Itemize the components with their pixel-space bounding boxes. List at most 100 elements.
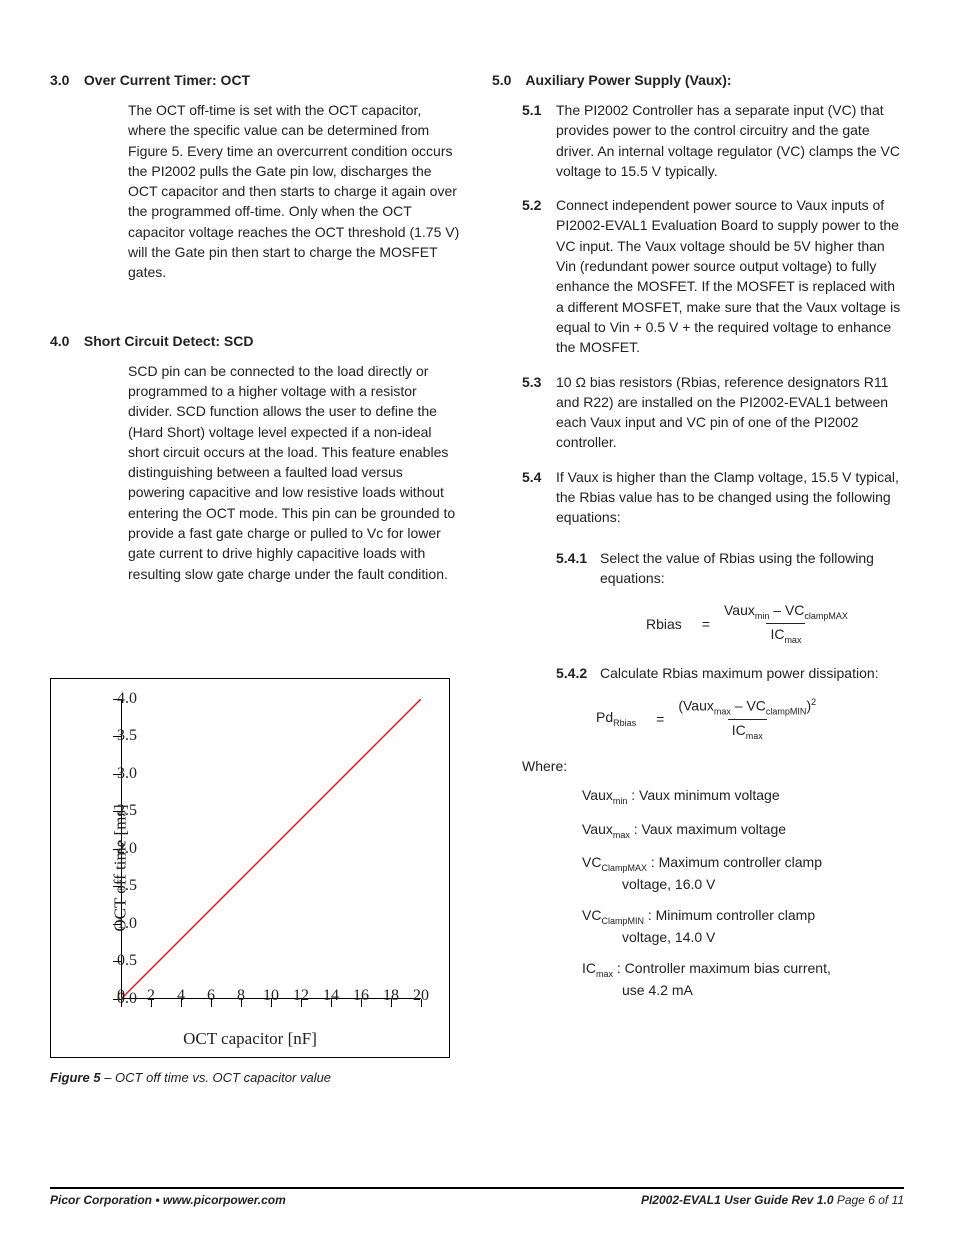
item-5-4-2-text: Calculate Rbias maximum power dissipatio…: [600, 663, 904, 683]
def-sub: max: [613, 830, 630, 840]
page: 3.0 Over Current Timer: OCT The OCT off-…: [0, 0, 954, 1235]
item-5-1-text: The PI2002 Controller has a separate inp…: [556, 100, 904, 181]
def-vc-clampmin: VCClampMIN : Minimum controller clamp vo…: [582, 906, 904, 947]
figure-5-caption: Figure 5 – OCT off time vs. OCT capacito…: [50, 1070, 462, 1085]
chart-x-tick-label: 10: [263, 987, 279, 1005]
eq-sub: max: [746, 730, 763, 740]
chart-y-tick-label: 1.5: [97, 877, 137, 895]
footer-left: Picor Corporation • www.picorpower.com: [50, 1193, 286, 1207]
figure-5-caption-lead: Figure 5: [50, 1070, 101, 1085]
chart-y-tick-label: 2.5: [97, 802, 137, 820]
page-footer: Picor Corporation • www.picorpower.com P…: [50, 1187, 904, 1207]
section-5-title: Auxiliary Power Supply (Vaux):: [525, 72, 731, 88]
chart-y-tick-label: 3.5: [97, 727, 137, 745]
equals-sign: =: [702, 616, 710, 632]
equation-rbias: Rbias = Vauxmin – VCclampMAX ICmax: [556, 602, 904, 645]
chart-line-svg: [121, 699, 421, 999]
item-5-1-number: 5.1: [522, 100, 556, 181]
eq-sub: Rbias: [613, 718, 636, 728]
eq-term: Vaux: [724, 602, 755, 618]
equation-rbias-lhs: Rbias: [646, 616, 682, 632]
spacer: [50, 297, 462, 317]
chart-x-tick-label: 12: [293, 987, 309, 1005]
equation-pdrbias-numerator: (Vauxmax – VCclampMIN)2: [674, 697, 820, 718]
def-sub: ClampMAX: [601, 863, 647, 873]
eq-term: Pd: [596, 709, 613, 725]
equation-rbias-denominator: ICmax: [766, 623, 805, 645]
chart-y-axis-title: OCT off time [ms]: [111, 804, 131, 931]
def-sub: min: [613, 796, 628, 806]
section-4-body: SCD pin can be connected to the load dir…: [50, 361, 462, 584]
def-sub: max: [596, 969, 613, 979]
chart-x-tick-label: 0: [117, 987, 125, 1005]
spacer: [50, 598, 462, 678]
chart-x-axis-title: OCT capacitor [nF]: [51, 1029, 449, 1049]
equation-pdrbias-lhs: PdRbias: [596, 709, 636, 728]
eq-sub: clampMAX: [804, 611, 848, 621]
item-5-4-2-number: 5.4.2: [556, 663, 600, 683]
def-sym: Vaux: [582, 787, 613, 803]
def-vaux-min: Vauxmin : Vaux minimum voltage: [582, 786, 904, 807]
def-sym: Vaux: [582, 821, 613, 837]
eq-sub: max: [784, 635, 801, 645]
def-text: : Vaux maximum voltage: [630, 821, 786, 837]
left-column: 3.0 Over Current Timer: OCT The OCT off-…: [50, 56, 462, 1085]
def-text: : Vaux minimum voltage: [627, 787, 779, 803]
chart-x-tick-label: 4: [177, 987, 185, 1005]
chart-x-tick-label: 18: [383, 987, 399, 1005]
item-5-2: 5.2 Connect independent power source to …: [492, 195, 904, 357]
item-5-4-1-text: Select the value of Rbias using the foll…: [600, 548, 904, 589]
section-4-number: 4.0: [50, 333, 80, 349]
equation-pdrbias-fraction: (Vauxmax – VCclampMIN)2 ICmax: [674, 697, 820, 740]
item-5-4-1-number: 5.4.1: [556, 548, 600, 589]
item-5-4-number: 5.4: [522, 467, 556, 528]
section-3-number: 3.0: [50, 72, 80, 88]
def-sym: VC: [582, 854, 601, 870]
chart-y-tick-label: 1.0: [97, 915, 137, 933]
chart-box: OCT off time [ms] OCT capacitor [nF] 0.0…: [50, 678, 450, 1058]
section-5-list: 5.1 The PI2002 Controller has a separate…: [492, 100, 904, 528]
eq-minus: –: [769, 602, 785, 618]
def-cont: voltage, 14.0 V: [582, 928, 904, 948]
equation-rbias-fraction: Vauxmin – VCclampMAX ICmax: [720, 602, 852, 645]
item-5-4-text: If Vaux is higher than the Clamp voltage…: [556, 467, 904, 528]
item-5-4-1: 5.4.1 Select the value of Rbias using th…: [556, 548, 904, 589]
item-5-4: 5.4 If Vaux is higher than the Clamp vol…: [492, 467, 904, 528]
eq-term: VC: [746, 698, 765, 714]
chart-x-tick-label: 6: [207, 987, 215, 1005]
section-3-body: The OCT off-time is set with the OCT cap…: [50, 100, 462, 283]
chart-y-tick-label: 3.0: [97, 765, 137, 783]
chart-y-tick-label: 0.5: [97, 952, 137, 970]
equation-pdrbias-denominator: ICmax: [728, 719, 767, 741]
figure-5: OCT off time [ms] OCT capacitor [nF] 0.0…: [50, 678, 462, 1085]
eq-term: Vaux: [683, 698, 714, 714]
def-sym: IC: [582, 960, 596, 976]
chart-x-tick-label: 14: [323, 987, 339, 1005]
equation-rbias-numerator: Vauxmin – VCclampMAX: [720, 602, 852, 623]
right-column: 5.0 Auxiliary Power Supply (Vaux): 5.1 T…: [492, 56, 904, 1085]
two-column-layout: 3.0 Over Current Timer: OCT The OCT off-…: [50, 56, 904, 1085]
equation-pdrbias: PdRbias = (Vauxmax – VCclampMIN)2 ICmax: [556, 697, 904, 740]
eq-sub: clampMIN: [766, 707, 807, 717]
where-definitions: Vauxmin : Vaux minimum voltage Vauxmax :…: [522, 786, 904, 1000]
section-3-heading: 3.0 Over Current Timer: OCT: [50, 72, 462, 88]
where-label: Where:: [522, 758, 904, 774]
footer-doc-id: PI2002-EVAL1 User Guide Rev 1.0: [641, 1193, 834, 1207]
chart-y-tick-label: 4.0: [97, 690, 137, 708]
where-block: Where: Vauxmin : Vaux minimum voltage Va…: [492, 758, 904, 1000]
footer-right: PI2002-EVAL1 User Guide Rev 1.0 Page 6 o…: [641, 1193, 904, 1207]
chart-x-tick-label: 8: [237, 987, 245, 1005]
def-text: : Controller maximum bias current,: [613, 960, 831, 976]
eq-term: IC: [732, 722, 746, 738]
chart-x-tick-label: 20: [413, 987, 429, 1005]
footer-page-num: Page 6 of 11: [834, 1193, 905, 1207]
eq-minus: –: [731, 698, 747, 714]
item-5-3-text: 10 Ω bias resistors (Rbias, reference de…: [556, 372, 904, 453]
section-5-4-sublist: 5.4.1 Select the value of Rbias using th…: [492, 548, 904, 741]
eq-term: IC: [770, 626, 784, 642]
chart-y-tick-label: 2.0: [97, 840, 137, 858]
def-sub: ClampMIN: [601, 916, 644, 926]
section-5-heading: 5.0 Auxiliary Power Supply (Vaux):: [492, 72, 904, 88]
def-text: : Maximum controller clamp: [647, 854, 822, 870]
section-5-number: 5.0: [492, 72, 522, 88]
